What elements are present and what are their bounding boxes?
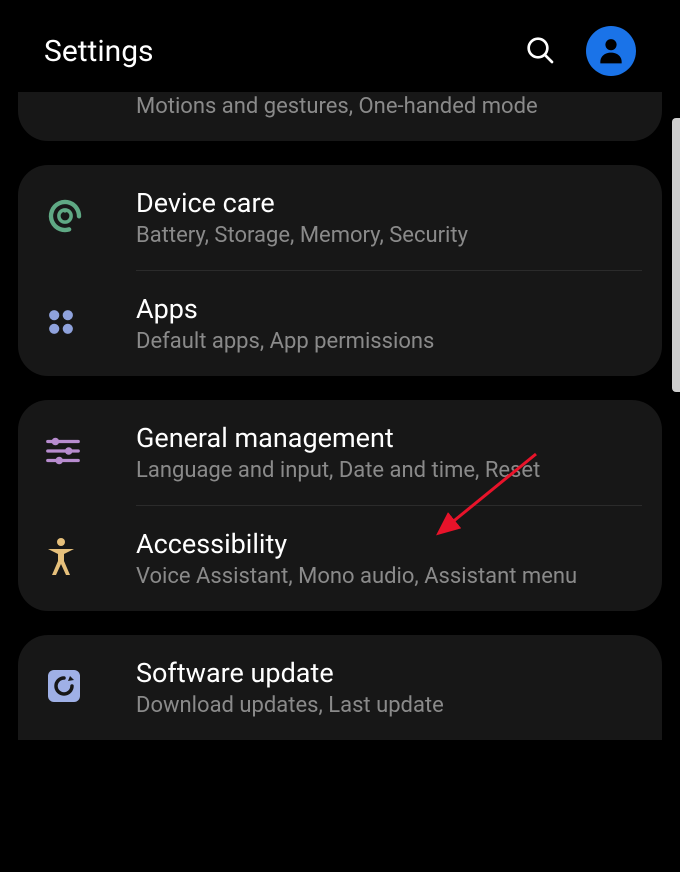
- account-button[interactable]: [586, 26, 636, 76]
- apps-icon: [44, 305, 78, 343]
- search-icon: [524, 54, 556, 69]
- update-icon: [44, 666, 84, 710]
- page-title: Settings: [44, 34, 154, 69]
- item-subtitle: Default apps, App permissions: [136, 329, 642, 354]
- settings-item-general-management[interactable]: General management Language and input, D…: [18, 400, 662, 505]
- accessibility-icon: [44, 537, 78, 581]
- item-title: Accessibility: [136, 528, 642, 560]
- device-care-icon: [44, 195, 86, 241]
- header: Settings: [0, 0, 680, 106]
- item-subtitle: Download updates, Last update: [136, 693, 642, 718]
- item-subtitle: Motions and gestures, One-handed mode: [136, 94, 642, 119]
- settings-item-accessibility[interactable]: Accessibility Voice Assistant, Mono audi…: [18, 506, 662, 611]
- person-icon: [595, 34, 627, 69]
- item-title: Device care: [136, 187, 642, 219]
- settings-card-advanced: Motions and gestures, One-handed mode: [18, 92, 662, 141]
- settings-card-update: Software update Download updates, Last u…: [18, 635, 662, 740]
- item-subtitle: Battery, Storage, Memory, Security: [136, 223, 642, 248]
- settings-item-software-update[interactable]: Software update Download updates, Last u…: [18, 635, 662, 740]
- item-subtitle: Language and input, Date and time, Reset: [136, 458, 642, 483]
- scrollbar-thumb[interactable]: [672, 118, 680, 392]
- settings-item-device-care[interactable]: Device care Battery, Storage, Memory, Se…: [18, 165, 662, 270]
- search-button[interactable]: [524, 34, 556, 69]
- item-subtitle: Voice Assistant, Mono audio, Assistant m…: [136, 564, 642, 589]
- settings-card-device: Device care Battery, Storage, Memory, Se…: [18, 165, 662, 376]
- settings-item-advanced-features[interactable]: Motions and gestures, One-handed mode: [18, 100, 662, 141]
- settings-card-general: General management Language and input, D…: [18, 400, 662, 611]
- item-title: General management: [136, 422, 642, 454]
- item-title: Apps: [136, 293, 642, 325]
- settings-list[interactable]: Motions and gestures, One-handed mode De…: [0, 92, 680, 740]
- sliders-icon: [44, 435, 82, 471]
- settings-item-apps[interactable]: Apps Default apps, App permissions: [18, 271, 662, 376]
- item-title: Software update: [136, 657, 642, 689]
- header-actions: [524, 26, 636, 76]
